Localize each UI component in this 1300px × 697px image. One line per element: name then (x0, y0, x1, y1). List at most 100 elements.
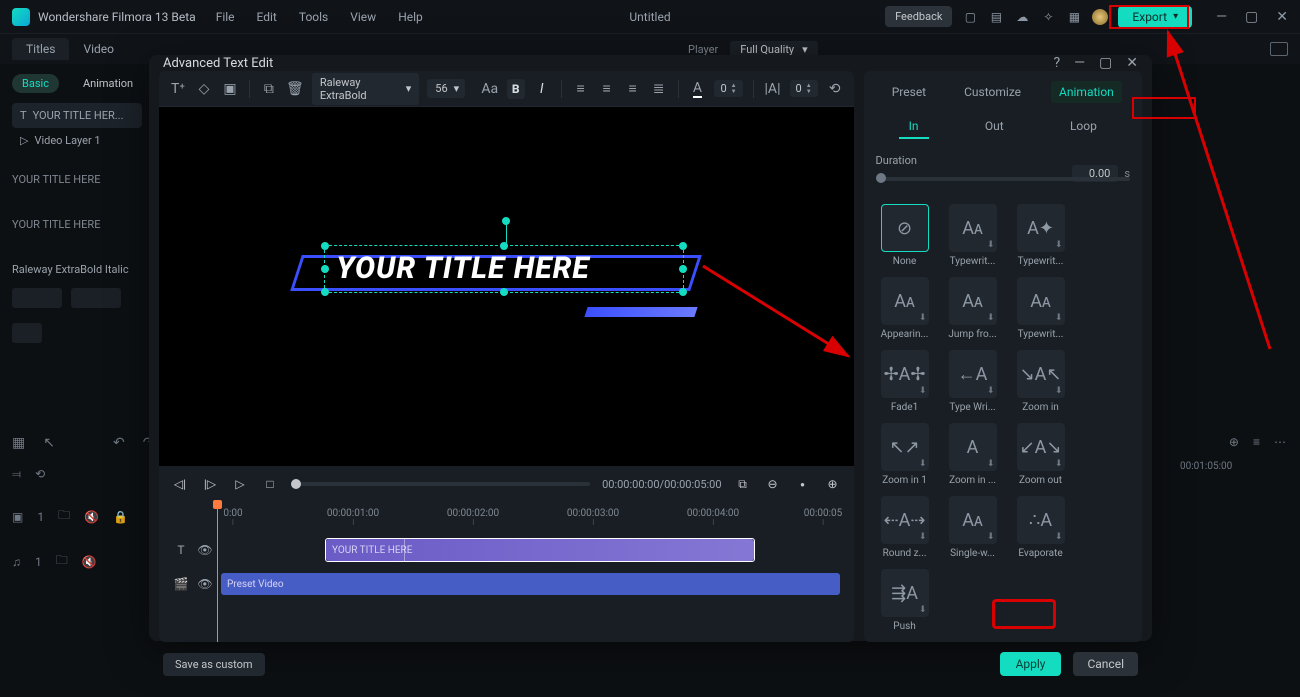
italic-button[interactable]: I (533, 79, 551, 99)
copy-icon[interactable]: ⧉ (260, 79, 278, 99)
menu-view[interactable]: View (350, 10, 376, 24)
preset-typewriter-3[interactable]: Aᴀ⬇Typewrit... (1012, 277, 1070, 340)
preset-typewriter-1[interactable]: Aᴀ⬇Typewrit... (944, 204, 1002, 267)
video-clip[interactable]: Preset Video (221, 573, 840, 595)
tab-customize[interactable]: Customize (956, 81, 1029, 103)
align-tool-3[interactable] (12, 323, 42, 343)
crop-icon[interactable]: ⧉ (734, 475, 752, 493)
dialog-minimize-icon[interactable]: — (1074, 55, 1085, 71)
snapshot-icon[interactable] (1270, 42, 1288, 56)
subtab-basic[interactable]: Basic (12, 74, 59, 93)
subtab-animation[interactable]: Animation (73, 74, 143, 93)
prev-frame-icon[interactable]: ◁| (171, 475, 189, 493)
cancel-button[interactable]: Cancel (1073, 652, 1138, 676)
duration-slider[interactable] (876, 177, 1130, 181)
font-dropdown[interactable]: Raleway ExtraBold▾ (312, 73, 419, 105)
add-marker-icon[interactable]: ⊕ (1229, 435, 1239, 449)
preset-push[interactable]: ⇶A⬇Push (876, 569, 934, 632)
sidebar-item-title-layer[interactable]: T YOUR TITLE HER... (12, 103, 142, 128)
preset-jump-from[interactable]: Aᴀ⬇Jump fro... (944, 277, 1002, 340)
align-tool-1[interactable] (12, 288, 62, 308)
text-color-icon[interactable]: A (688, 79, 706, 99)
line-height-input[interactable]: 0 ▲▼ (790, 80, 818, 97)
more-icon[interactable]: ⋯ (1274, 435, 1286, 449)
play-icon[interactable]: ▷ (231, 475, 249, 493)
mute-icon[interactable]: 🔇 (82, 555, 97, 569)
save-as-custom-button[interactable]: Save as custom (163, 653, 265, 676)
menu-tools[interactable]: Tools (299, 10, 328, 24)
export-button[interactable]: Export ▾ (1118, 6, 1192, 28)
bold-button[interactable]: B (507, 79, 525, 99)
preset-single-word[interactable]: Aᴀ⬇Single-w... (944, 496, 1002, 559)
stop-icon[interactable]: □ (261, 475, 279, 493)
apply-button[interactable]: Apply (1000, 652, 1062, 676)
link-icon[interactable]: ⟲ (35, 467, 45, 482)
font-size-dropdown[interactable]: 56▾ (427, 79, 465, 98)
delete-icon[interactable]: 🗑 (286, 79, 304, 99)
align-left-icon[interactable]: ≡ (572, 79, 590, 99)
preset-typewriter-2[interactable]: A✦⬇Typewrit... (1012, 204, 1070, 267)
preset-fade1[interactable]: ✢A✢⬇Fade1 (876, 350, 934, 413)
apps-icon[interactable]: ▦ (1066, 9, 1082, 25)
subtab-out[interactable]: Out (975, 115, 1014, 139)
add-image-icon[interactable]: ▣ (221, 79, 239, 99)
tab-preset[interactable]: Preset (884, 81, 934, 103)
split-icon[interactable]: ⫤ (12, 467, 21, 482)
add-shape-icon[interactable]: ◇ (195, 79, 213, 99)
tab-titles[interactable]: Titles (12, 38, 69, 60)
eye-icon[interactable]: 👁 (197, 577, 213, 591)
preset-type-write[interactable]: ←A⬇Type Wri... (944, 350, 1002, 413)
preview-canvas[interactable]: YOUR TITLE HERE (159, 107, 854, 466)
rotate-handle[interactable] (502, 217, 510, 225)
folder-icon[interactable]: 🗀 (56, 551, 68, 572)
avatar-icon[interactable] (1092, 9, 1108, 25)
preset-zoom-out[interactable]: ↙A↘⬇Zoom out (1012, 423, 1070, 486)
subtab-in[interactable]: In (899, 115, 929, 139)
undo-icon[interactable]: ↶ (113, 435, 125, 451)
tab-animation[interactable]: Animation (1051, 81, 1122, 103)
next-frame-icon[interactable]: |▷ (201, 475, 219, 493)
tab-video[interactable]: Video (69, 38, 128, 60)
case-icon[interactable]: Aa (481, 79, 499, 99)
window-maximize-icon[interactable]: ▢ (1245, 9, 1258, 25)
align-justify-icon[interactable]: ≣ (650, 79, 668, 99)
preset-appearing[interactable]: Aᴀ⬇Appearin... (876, 277, 934, 340)
lock-icon[interactable]: 🔒 (113, 510, 128, 524)
align-center-icon[interactable]: ≡ (598, 79, 616, 99)
align-tool-2[interactable] (71, 288, 121, 308)
preset-zoom-in-2[interactable]: A⬇Zoom in ... (944, 423, 1002, 486)
preset-evaporate[interactable]: ∴A⬇Evaporate (1012, 496, 1070, 559)
line-height-icon[interactable]: |A| (764, 79, 782, 99)
grid-icon[interactable]: ▦ (12, 435, 25, 451)
dialog-close-icon[interactable]: ✕ (1126, 55, 1138, 71)
zoom-out-icon[interactable]: ⊖ (764, 475, 782, 493)
feedback-button[interactable]: Feedback (885, 6, 952, 27)
cloud-icon[interactable]: ☁ (1014, 9, 1030, 25)
letter-spacing-input[interactable]: 0 ▲▼ (714, 80, 742, 97)
preset-zoom-in[interactable]: ↘A↖⬇Zoom in (1012, 350, 1070, 413)
media-icon[interactable]: ▤ (988, 9, 1004, 25)
mute-icon[interactable]: 🔇 (84, 510, 99, 524)
timeline-ruler[interactable]: 0:00 00:00:01:00 00:00:02:00 00:00:03:00… (173, 508, 840, 530)
subtab-loop[interactable]: Loop (1060, 115, 1107, 139)
preset-round-zoom[interactable]: ⇠A⇢⬇Round z... (876, 496, 934, 559)
menu-help[interactable]: Help (398, 10, 423, 24)
folder-icon[interactable]: 🗀 (58, 506, 70, 527)
preset-zoom-in-1[interactable]: ↖↗⬇Zoom in 1 (876, 423, 934, 486)
help-icon[interactable]: ? (1053, 55, 1060, 71)
zoom-in-icon[interactable]: ⊕ (824, 475, 842, 493)
menu-edit[interactable]: Edit (257, 10, 277, 24)
bell-icon[interactable]: ✧ (1040, 9, 1056, 25)
cursor-icon[interactable]: ↖ (43, 435, 55, 451)
align-right-icon[interactable]: ≡ (624, 79, 642, 99)
title-text[interactable]: YOUR TITLE HERE (336, 251, 590, 286)
sidebar-item-video-layer[interactable]: ▷ Video Layer 1 (12, 128, 142, 153)
window-minimize-icon[interactable]: — (1216, 9, 1227, 25)
window-close-icon[interactable]: ✕ (1276, 9, 1288, 25)
menu-file[interactable]: File (216, 10, 235, 24)
eye-icon[interactable]: 👁 (197, 543, 213, 557)
scrub-bar[interactable] (291, 482, 590, 486)
title-clip[interactable]: YOUR TITLE HERE (326, 539, 754, 561)
list-icon[interactable]: ≡ (1253, 435, 1260, 449)
preset-none[interactable]: ⊘None (876, 204, 934, 267)
